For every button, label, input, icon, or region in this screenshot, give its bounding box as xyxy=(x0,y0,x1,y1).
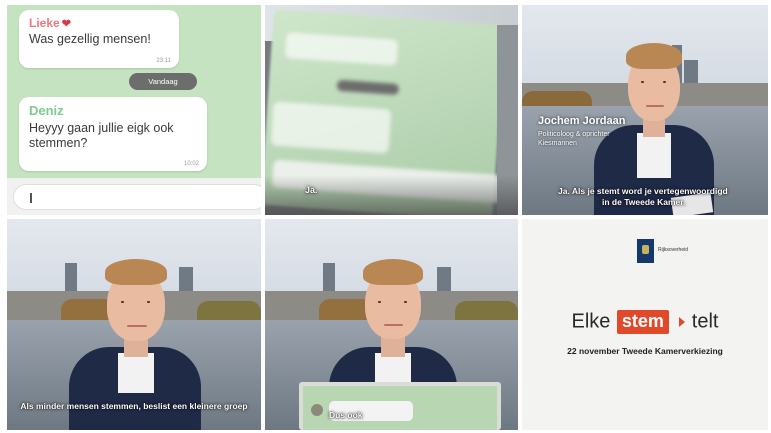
interview-panel-2: Als minder mensen stemmen, beslist een k… xyxy=(7,219,261,430)
message-input-bar xyxy=(7,178,261,215)
mouth xyxy=(646,105,664,107)
rijksoverheid-logo-icon xyxy=(637,239,654,263)
interview-panel-name: Jochem Jordaan Politicoloog & oprichter … xyxy=(522,5,768,215)
message-text: Heyyy gaan jullie eigk ook stemmen? xyxy=(29,121,174,150)
text-cursor xyxy=(30,193,32,203)
person-shirt xyxy=(118,353,154,393)
subtitle-line-1: Ja. Als je stemt word je vertegenwoordig… xyxy=(558,186,728,196)
slogan-word-1: Elke xyxy=(571,310,611,333)
interview-panel-3: Dus ook xyxy=(265,219,518,430)
speaker-name: Jochem Jordaan xyxy=(538,115,626,127)
slogan-word-2: stem xyxy=(616,310,669,334)
chat-panel: Lieke ❤ Was gezellig mensen! 23:11 Vandaa… xyxy=(7,5,261,215)
subtitle-line-2: in de Tweede Kamer. xyxy=(602,197,686,207)
phone-screen xyxy=(303,386,497,430)
person-hair xyxy=(105,259,167,285)
chat-message-deniz: Deniz Heyyy gaan jullie eigk ook stemmen… xyxy=(19,97,207,171)
slogan-word-3: telt xyxy=(691,310,719,333)
campaign-title-card: Rijksoverheid Elke stem telt 22 november… xyxy=(522,219,768,430)
slogan: Elke stem telt xyxy=(522,310,768,334)
date-separator: Vandaag xyxy=(129,73,197,90)
blurred-date-pill xyxy=(336,79,400,96)
speaker-role: Politicoloog & oprichter Kiesmannen xyxy=(538,131,610,147)
phone-motion-panel: Ja. xyxy=(265,5,518,215)
message-input[interactable] xyxy=(13,184,261,210)
message-text: Was gezellig mensen! xyxy=(29,32,151,46)
chat-message-lieke: Lieke ❤ Was gezellig mensen! 23:11 xyxy=(19,10,179,68)
blurred-message xyxy=(270,101,392,154)
eye xyxy=(663,81,666,83)
eye xyxy=(641,81,644,83)
phone xyxy=(299,382,501,430)
mouth xyxy=(384,324,403,326)
eye xyxy=(404,301,407,303)
org-name: Rijksoverheid xyxy=(658,247,689,253)
message-time: 23:11 xyxy=(156,58,171,64)
message-time: 10:02 xyxy=(183,161,199,167)
person-hair xyxy=(363,259,423,285)
heart-icon: ❤ xyxy=(61,18,71,30)
eye xyxy=(121,301,124,303)
eye xyxy=(147,301,150,303)
message-sender: Lieke ❤ xyxy=(29,16,71,30)
shadow xyxy=(265,175,518,215)
subtitle: Dus ook xyxy=(329,410,363,420)
message-sender: Deniz xyxy=(29,103,64,118)
blurred-message xyxy=(284,32,399,66)
subtitle: Als minder mensen stemmen, beslist een k… xyxy=(20,401,248,411)
eye xyxy=(378,301,381,303)
avatar xyxy=(311,404,323,416)
election-date: 22 november Tweede Kamerverkiezing xyxy=(567,346,723,356)
mouth xyxy=(127,325,147,327)
subtitle: Ja. xyxy=(305,185,318,195)
arrow-right-icon xyxy=(679,317,686,327)
person-hair xyxy=(626,43,682,69)
